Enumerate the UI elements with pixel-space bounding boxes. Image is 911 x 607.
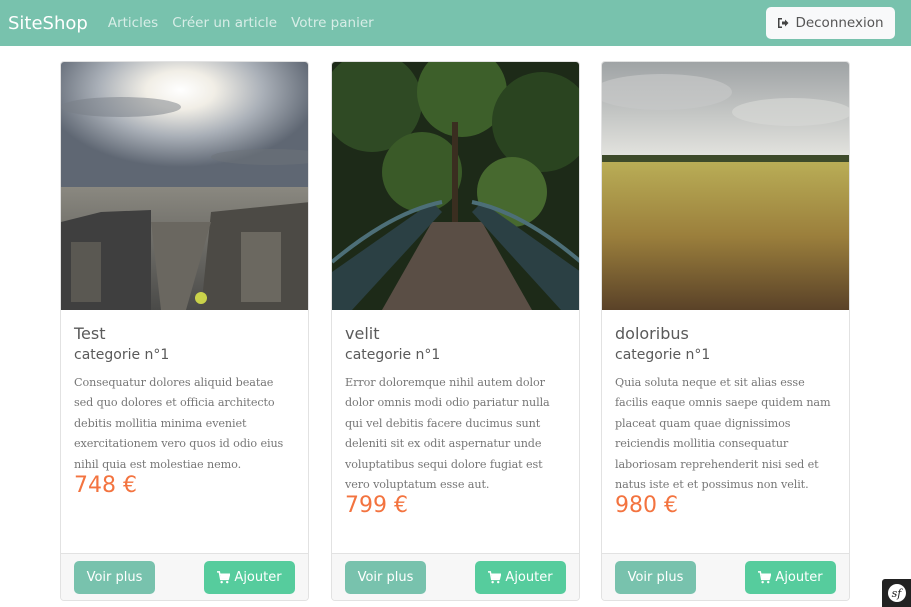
product-category: categorie n°1 — [345, 347, 441, 363]
symfony-toolbar-toggle[interactable]: sf — [882, 579, 911, 607]
view-more-button[interactable]: Voir plus — [74, 561, 155, 594]
product-card: Test categorie n°1 Consequatur dolores a… — [60, 61, 309, 601]
logout-button[interactable]: Deconnexion — [766, 7, 895, 39]
add-to-cart-button[interactable]: Ajouter — [475, 561, 566, 594]
view-more-button[interactable]: Voir plus — [345, 561, 426, 594]
cart-icon — [217, 571, 231, 584]
symfony-icon: sf — [887, 584, 906, 602]
city-skyline-image — [61, 62, 308, 310]
view-more-button[interactable]: Voir plus — [615, 561, 696, 594]
product-description: Error doloremque nihil autem dolor dolor… — [345, 376, 550, 492]
card-footer: Voir plus Ajouter — [61, 553, 308, 600]
cart-icon — [488, 571, 502, 584]
add-label: Ajouter — [505, 570, 553, 585]
nav-link-create-article[interactable]: Créer un article — [172, 15, 277, 31]
add-to-cart-button[interactable]: Ajouter — [204, 561, 295, 594]
product-card: velit categorie n°1 Error doloremque nih… — [331, 61, 580, 601]
nav-link-cart[interactable]: Votre panier — [291, 15, 374, 31]
product-title: Test — [74, 324, 106, 343]
forest-bridge-image — [332, 62, 579, 310]
nav-link-articles[interactable]: Articles — [108, 15, 158, 31]
card-footer: Voir plus Ajouter — [332, 553, 579, 600]
add-to-cart-button[interactable]: Ajouter — [745, 561, 836, 594]
product-category: categorie n°1 — [615, 347, 711, 363]
product-title: doloribus — [615, 324, 689, 343]
product-description: Consequatur dolores aliquid beatae sed q… — [74, 376, 284, 471]
add-label: Ajouter — [775, 570, 823, 585]
product-title: velit — [345, 324, 380, 343]
brand-logo[interactable]: SiteShop — [8, 13, 88, 34]
card-footer: Voir plus Ajouter — [602, 553, 849, 600]
cart-icon — [758, 571, 772, 584]
sign-out-icon — [778, 18, 789, 28]
product-description: Quia soluta neque et sit alias esse faci… — [615, 376, 831, 492]
add-label: Ajouter — [234, 570, 282, 585]
logout-label: Deconnexion — [795, 15, 884, 31]
top-navbar: SiteShop Articles Créer un article Votre… — [0, 0, 911, 46]
product-price: 799 € — [345, 493, 408, 518]
product-card: doloribus categorie n°1 Quia soluta nequ… — [601, 61, 850, 601]
wheat-field-image — [602, 62, 849, 310]
product-price: 980 € — [615, 493, 678, 518]
product-category: categorie n°1 — [74, 347, 170, 363]
product-price: 748 € — [74, 473, 137, 498]
